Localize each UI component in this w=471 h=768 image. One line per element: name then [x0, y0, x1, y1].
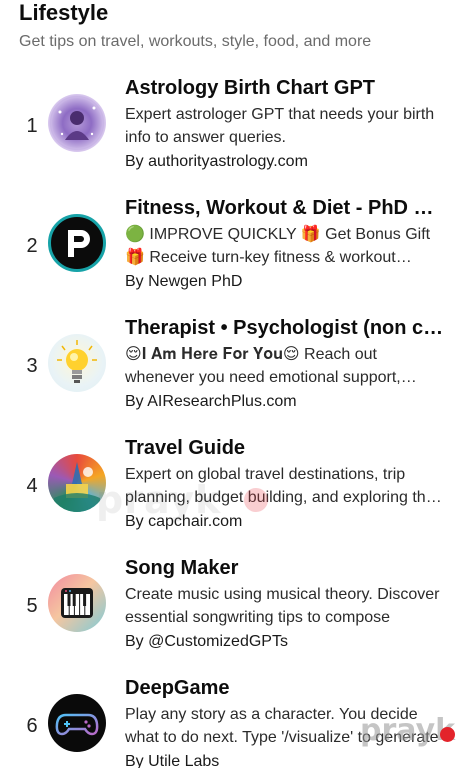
gpt-description: Create music using musical theory. Disco…: [125, 586, 440, 626]
astrology-portrait-icon: [48, 94, 106, 152]
gpt-description: 😌𝐈 𝐀𝐦 𝐇𝐞𝐫𝐞 𝐅𝐨𝐫 𝐘𝐨𝐮😌 Reach out whenever y…: [125, 346, 401, 386]
rank-number: 2: [26, 234, 38, 257]
gpt-author: By Newgen PhD: [125, 273, 243, 290]
watermark-text: prayk: [96, 478, 222, 522]
p-logo-icon: [48, 214, 106, 272]
gpt-list: 1 Astrology Birth Chart GPT Expert astro…: [0, 66, 471, 768]
gpt-author: By AIResearchPlus.com: [125, 393, 297, 410]
gpt-title: Fitness, Workout & Diet - PhD Coach: [125, 197, 447, 219]
rank-number: 5: [26, 594, 38, 617]
gpt-description: Expert astrologer GPT that needs your bi…: [125, 106, 435, 146]
lightbulb-icon: [48, 334, 106, 392]
gpt-list-item[interactable]: 5 Song Maker Create music using musical …: [0, 546, 471, 666]
rank-number: 6: [26, 714, 38, 737]
piano-keys-icon: [48, 574, 106, 632]
rank-number: 4: [26, 474, 38, 497]
rank-number: 3: [26, 354, 38, 377]
gpt-author: By authorityastrology.com: [125, 153, 308, 170]
gpt-info: Astrology Birth Chart GPT Expert astrolo…: [125, 74, 447, 173]
gpt-title: DeepGame: [125, 677, 230, 699]
gpt-title: Travel Guide: [125, 437, 246, 459]
gpt-list-item[interactable]: 4 Travel Guide Expert on global travel d…: [0, 426, 471, 546]
section-subtitle: Get tips on travel, workouts, style, foo…: [19, 33, 372, 50]
gpt-list-item[interactable]: 1 Astrology Birth Chart GPT Expert astro…: [0, 66, 471, 186]
gpt-list-item[interactable]: 2 Fitness, Workout & Diet - PhD Coach 🟢 …: [0, 186, 471, 306]
section-title: Lifestyle: [19, 0, 109, 25]
rank-number: 1: [26, 114, 38, 137]
gpt-title: Astrology Birth Chart GPT: [125, 77, 376, 99]
gpt-title: Song Maker: [125, 557, 239, 579]
gpt-author: By @CustomizedGPTs: [125, 633, 288, 650]
gpt-info: Therapist • Psychologist (non clinical) …: [125, 314, 447, 413]
gpt-info: Fitness, Workout & Diet - PhD Coach 🟢 IM…: [125, 194, 447, 293]
watermark-dot: [244, 488, 268, 512]
gpt-title: Therapist • Psychologist (non clinical): [125, 317, 447, 339]
watermark-dot-corner: [440, 727, 455, 742]
gpt-list-item[interactable]: 3 Therapist • Psychologist (non clin 😌𝐈 …: [0, 306, 471, 426]
gpt-store-page: Lifestyle Get tips on travel, workouts, …: [0, 0, 471, 768]
gpt-description: 🟢 IMPROVE QUICKLY 🎁 Get Bonus Gift 🎁 Rec…: [125, 226, 431, 266]
gpt-info: Song Maker Create music using musical th…: [125, 554, 447, 653]
gamepad-icon: [48, 694, 106, 752]
section-header: Lifestyle Get tips on travel, workouts, …: [19, 0, 459, 52]
gpt-author: By Utile Labs: [125, 753, 220, 768]
